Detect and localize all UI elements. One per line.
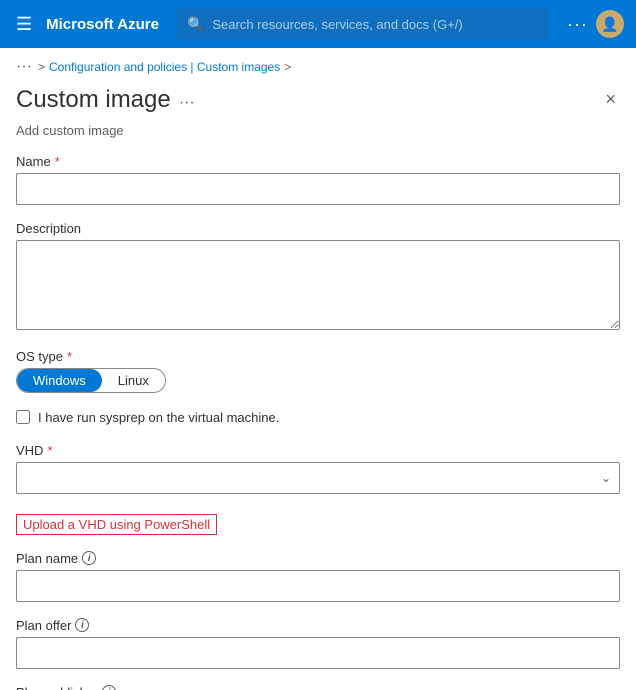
navbar: ☰ Microsoft Azure 🔍 ··· 👤 (0, 0, 636, 48)
os-type-group: OS type * Windows Linux (16, 349, 620, 393)
description-input[interactable] (16, 240, 620, 330)
vhd-dropdown[interactable]: ⌄ (16, 462, 620, 494)
settings-dots[interactable]: ··· (567, 14, 588, 35)
name-label-text: Name (16, 154, 51, 169)
os-type-selector: Windows Linux (16, 368, 166, 393)
vhd-label-text: VHD (16, 443, 43, 458)
user-avatar[interactable]: 👤 (596, 10, 624, 38)
os-type-label: OS type * (16, 349, 620, 364)
navbar-right: ··· 👤 (567, 10, 624, 38)
plan-publisher-info-icon[interactable]: i (102, 685, 116, 690)
breadcrumb-sep1: > (38, 60, 45, 74)
page-header-left: Custom image ··· (16, 86, 195, 115)
avatar-icon: 👤 (601, 16, 618, 33)
name-input[interactable] (16, 173, 620, 205)
os-type-label-text: OS type (16, 349, 63, 364)
vhd-required-star: * (47, 443, 52, 458)
plan-name-label: Plan name i (16, 551, 620, 566)
name-required-star: * (55, 154, 60, 169)
name-group: Name * (16, 154, 620, 205)
os-linux-button[interactable]: Linux (102, 369, 165, 392)
page-title: Custom image (16, 86, 171, 115)
page-options-icon[interactable]: ··· (179, 94, 195, 112)
form-area: Name * Description OS type * Windows Lin… (0, 154, 636, 690)
vhd-label: VHD * (16, 443, 620, 458)
plan-offer-group: Plan offer i (16, 618, 620, 669)
breadcrumb-link[interactable]: Configuration and policies | Custom imag… (49, 60, 280, 74)
breadcrumb-sep2: > (284, 60, 291, 74)
breadcrumb-dots[interactable]: ··· (16, 58, 32, 76)
sysprep-group: I have run sysprep on the virtual machin… (16, 409, 620, 427)
os-windows-button[interactable]: Windows (17, 369, 102, 392)
main-content: ··· > Configuration and policies | Custo… (0, 48, 636, 690)
plan-offer-label: Plan offer i (16, 618, 620, 633)
plan-offer-input[interactable] (16, 637, 620, 669)
search-icon: 🔍 (187, 16, 204, 33)
plan-offer-label-text: Plan offer (16, 618, 71, 633)
description-group: Description (16, 221, 620, 333)
upload-vhd-link[interactable]: Upload a VHD using PowerShell (16, 514, 217, 535)
hamburger-icon[interactable]: ☰ (12, 10, 36, 39)
search-bar[interactable]: 🔍 (177, 8, 549, 40)
plan-name-group: Plan name i (16, 551, 620, 602)
search-input[interactable] (212, 17, 539, 32)
page-subtitle: Add custom image (0, 123, 636, 154)
plan-name-info-icon[interactable]: i (82, 551, 96, 565)
vhd-group: VHD * ⌄ (16, 443, 620, 494)
breadcrumb: ··· > Configuration and policies | Custo… (0, 48, 636, 82)
sysprep-checkbox[interactable] (16, 410, 30, 424)
plan-offer-info-icon[interactable]: i (75, 618, 89, 632)
description-label: Description (16, 221, 620, 236)
name-label: Name * (16, 154, 620, 169)
description-label-text: Description (16, 221, 81, 236)
plan-name-label-text: Plan name (16, 551, 78, 566)
page-header: Custom image ··· × (0, 82, 636, 123)
os-type-required-star: * (67, 349, 72, 364)
plan-publisher-label-text: Plan publisher (16, 685, 98, 690)
plan-publisher-label: Plan publisher i (16, 685, 620, 690)
app-logo: Microsoft Azure (46, 16, 159, 33)
sysprep-label: I have run sysprep on the virtual machin… (38, 409, 279, 427)
chevron-down-icon: ⌄ (601, 471, 611, 485)
close-button[interactable]: × (601, 86, 620, 112)
plan-publisher-group: Plan publisher i (16, 685, 620, 690)
plan-name-input[interactable] (16, 570, 620, 602)
